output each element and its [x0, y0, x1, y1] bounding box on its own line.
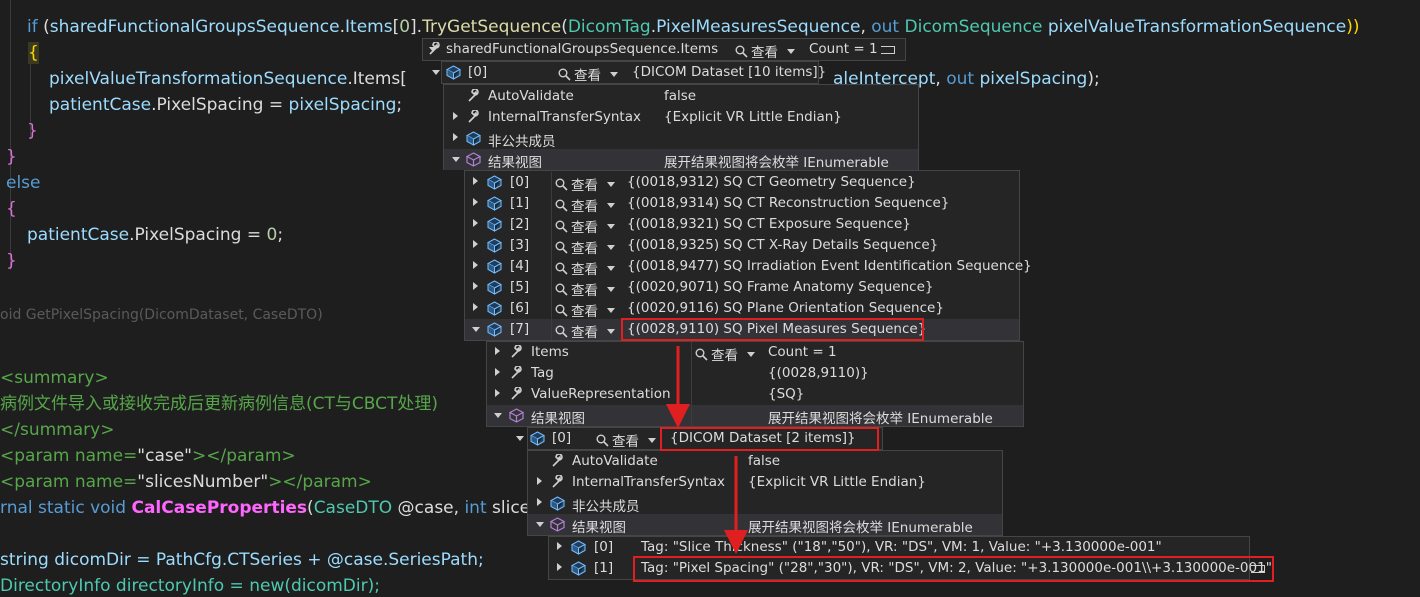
annotation-arrows	[666, 346, 748, 554]
